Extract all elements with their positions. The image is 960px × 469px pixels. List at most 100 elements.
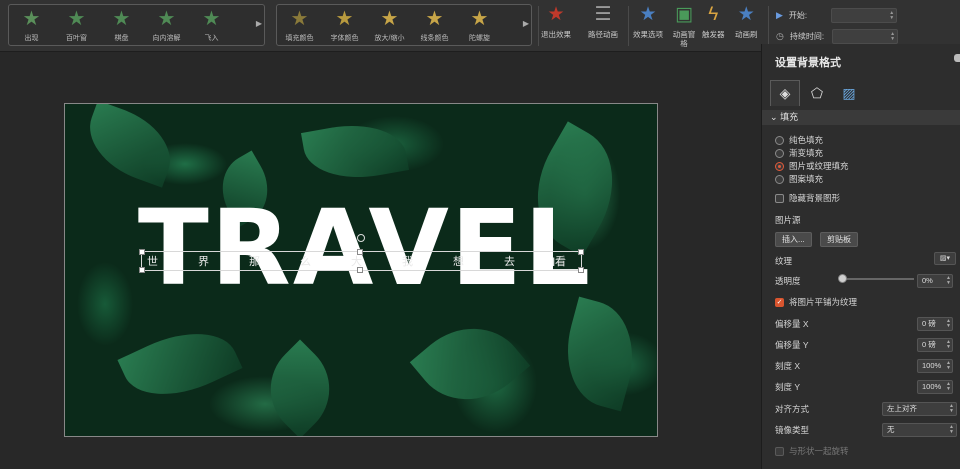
animation-pane-icon: ▣ xyxy=(675,4,693,25)
chevron-down-icon: ⌄ xyxy=(770,112,778,122)
entrance-effect-3[interactable]: ★ 向内溶解 xyxy=(144,5,189,45)
powerpoint-window: ★ 出现 ★ 百叶窗 ★ 棋盘 ★ 向内溶解 ★ 飞入 ▶ ★ 填充颜色 ★ 字体颜色 ★ 放大/缩小 ★ 线条颜… xyxy=(0,0,960,469)
slider-knob[interactable] xyxy=(838,274,847,283)
scale-y-label: 刻度 Y xyxy=(775,382,801,392)
entrance-effect-0[interactable]: ★ 出现 xyxy=(9,5,54,45)
entrance-effect-4[interactable]: ★ 飞入 xyxy=(189,5,234,45)
leaf-decoration xyxy=(409,304,531,424)
subtitle-char: 么 xyxy=(300,256,312,268)
paint-bucket-icon: ◈ xyxy=(779,85,791,101)
brush-star-icon: ★ xyxy=(737,4,755,25)
emphasis-effect-3[interactable]: ★ 线条颜色 xyxy=(412,5,457,45)
start-label: 开始: xyxy=(788,11,808,20)
texture-label: 纹理 xyxy=(775,256,793,266)
resize-handle[interactable] xyxy=(578,249,584,255)
effect-label: 出现 xyxy=(24,35,39,42)
tile-texture-checkbox[interactable]: ✓ 将图片平铺为纹理 xyxy=(775,296,857,308)
gallery-more-arrow-icon[interactable]: ▶ xyxy=(523,19,529,28)
radio-dot-icon xyxy=(775,135,784,145)
transparency-label: 透明度 xyxy=(775,276,801,286)
motion-path-button[interactable]: ☰ 路径动画 xyxy=(588,4,618,39)
leaf-decoration xyxy=(250,339,350,436)
rotate-handle[interactable] xyxy=(357,234,365,242)
effect-label: 线条颜色 xyxy=(420,35,449,42)
leaf-decoration xyxy=(77,104,183,188)
transparency-slider[interactable] xyxy=(838,274,914,283)
star-effect-icon: ★ xyxy=(380,8,399,30)
animation-pane-button[interactable]: ▣ 动画窗格 xyxy=(672,4,696,48)
entrance-effect-1[interactable]: ★ 百叶窗 xyxy=(54,5,99,45)
checkbox-box xyxy=(775,446,784,456)
offset-x-input[interactable]: 0 磅 ▲ ▼ xyxy=(917,317,953,331)
leaf-decoration xyxy=(553,296,647,412)
play-icon: ▶ xyxy=(776,10,783,20)
resize-handle[interactable] xyxy=(139,249,145,255)
insert-button[interactable]: 插入... xyxy=(775,232,812,247)
fill-option-radio[interactable]: 图案填充 xyxy=(775,173,823,185)
subtitle-char: 去 xyxy=(504,256,516,268)
star-effect-icon: ★ xyxy=(157,8,176,30)
subtitle-char: 我 xyxy=(402,256,414,268)
ribbon-divider xyxy=(538,6,539,46)
start-select[interactable]: ▲ ▼ xyxy=(831,8,898,23)
fill-section-header[interactable]: ⌄ 填充 xyxy=(762,110,960,125)
fill-option-radio[interactable]: 图片或纹理填充 xyxy=(775,160,849,172)
scale-x-input[interactable]: 100% ▲ ▼ xyxy=(917,359,953,373)
leaf-decoration xyxy=(300,115,410,188)
alignment-select[interactable]: 左上对齐 ▲ ▼ xyxy=(882,402,957,416)
subtitle-char: 想 xyxy=(453,256,465,268)
fill-option-radio[interactable]: 纯色填充 xyxy=(775,134,823,146)
subtitle-char: 界 xyxy=(198,256,210,268)
offset-y-input[interactable]: 0 磅 ▲ ▼ xyxy=(917,338,953,352)
effect-label: 棋盘 xyxy=(114,35,129,42)
texture-swatch-icon: ▨▾ xyxy=(939,255,951,262)
star-effect-icon: ★ xyxy=(112,8,131,30)
effect-label: 字体颜色 xyxy=(330,35,359,42)
star-effect-icon: ★ xyxy=(425,8,444,30)
format-background-pane: 设置背景格式 ◈ ⬠ ▨ ⌄ 填充 纯色填充 渐变填充 图片或纹理填充 图案填充 隐藏… xyxy=(761,44,960,469)
entrance-effects-gallery: ★ 出现 ★ 百叶窗 ★ 棋盘 ★ 向内溶解 ★ 飞入 ▶ xyxy=(8,4,265,46)
effect-options-button[interactable]: ★ 效果选项 xyxy=(633,4,663,39)
gallery-more-arrow-icon[interactable]: ▶ xyxy=(256,19,262,28)
fill-tab[interactable]: ◈ xyxy=(770,80,800,106)
subtitle-char: 看 xyxy=(555,256,567,268)
emphasis-effect-1[interactable]: ★ 字体颜色 xyxy=(322,5,367,45)
star-effect-icon: ★ xyxy=(290,8,309,30)
resize-handle[interactable] xyxy=(578,267,584,273)
radio-dot-icon xyxy=(775,148,784,158)
subtitle-char: 世 xyxy=(147,256,159,268)
animation-painter-button[interactable]: ★ 动画刷 xyxy=(735,4,758,39)
entrance-effect-2[interactable]: ★ 棋盘 xyxy=(99,5,144,45)
slide-subtitle[interactable]: 世界那么大我想去看 xyxy=(147,253,567,269)
pane-close-icon[interactable] xyxy=(954,54,960,62)
ribbon-divider xyxy=(628,6,629,46)
star-effect-icon: ★ xyxy=(202,8,221,30)
slide-canvas[interactable]: TRAVEL 世 界 那 么 大 我 想 去 看 I xyxy=(64,103,658,437)
subtitle-char: 大 xyxy=(351,256,363,268)
path-icon: ☰ xyxy=(594,4,612,25)
trigger-button[interactable]: ϟ 触发器 xyxy=(702,4,725,39)
slide-workspace[interactable]: TRAVEL 世 界 那 么 大 我 想 去 看 I xyxy=(0,52,761,469)
emphasis-effect-4[interactable]: ★ 陀螺旋 xyxy=(457,5,502,45)
scale-y-input[interactable]: 100% ▲ ▼ xyxy=(917,380,953,394)
effect-label: 向内溶解 xyxy=(152,35,181,42)
effect-label: 飞入 xyxy=(204,35,219,42)
effects-tab[interactable]: ⬠ xyxy=(802,80,832,106)
star-effect-icon: ★ xyxy=(22,8,41,30)
hide-bg-graphics-checkbox[interactable]: 隐藏背景图形 xyxy=(775,192,840,204)
resize-handle[interactable] xyxy=(139,267,145,273)
transparency-input[interactable]: 0% ▲ ▼ xyxy=(917,274,953,288)
radio-dot-icon xyxy=(775,161,784,171)
exit-effects-button[interactable]: ★ 退出效果 xyxy=(541,4,571,39)
texture-picker[interactable]: ▨▾ xyxy=(934,252,956,265)
subtitle-char: 那 xyxy=(249,256,261,268)
slide-title[interactable]: TRAVEL xyxy=(135,188,595,308)
fill-option-radio[interactable]: 渐变填充 xyxy=(775,147,823,159)
emphasis-effect-2[interactable]: ★ 放大/缩小 xyxy=(367,5,412,45)
mirror-type-select[interactable]: 无 ▲ ▼ xyxy=(882,423,957,437)
picture-tab[interactable]: ▨ xyxy=(834,80,864,106)
clipboard-button[interactable]: 剪贴板 xyxy=(820,232,858,247)
rotate-with-shape-checkbox: 与形状一起旋转 xyxy=(775,445,849,457)
emphasis-effect-0[interactable]: ★ 填充颜色 xyxy=(277,5,322,45)
duration-input[interactable]: ▲ ▼ xyxy=(832,29,899,44)
